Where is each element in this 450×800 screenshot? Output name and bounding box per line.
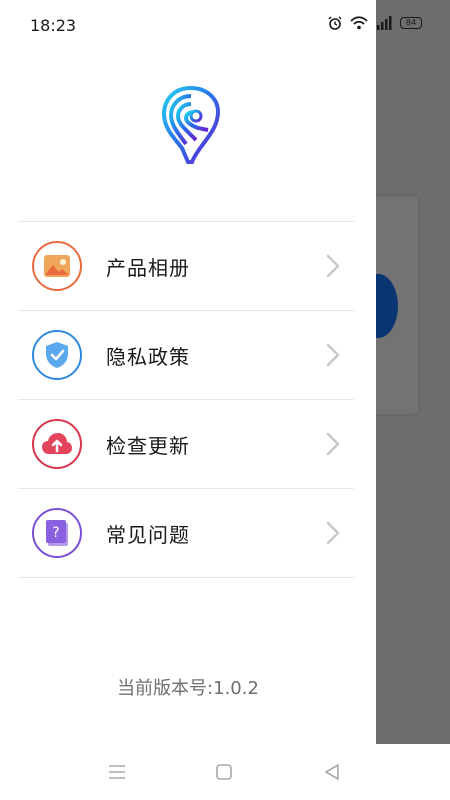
status-bar: 18:23 84 — [0, 0, 450, 54]
version-label: 当前版本号:1.0.2 — [117, 678, 259, 699]
drawer-menu: 产品相册 隐私政策 检查更新 ? 常见问题 — [18, 222, 354, 578]
status-icons: 84 — [328, 16, 422, 30]
chevron-right-icon — [326, 432, 340, 456]
alarm-icon — [328, 16, 342, 30]
system-nav-bar — [0, 744, 450, 800]
menu-item-product-album[interactable]: 产品相册 — [18, 222, 354, 311]
menu-item-faq[interactable]: ? 常见问题 — [18, 489, 354, 578]
cloud-upload-icon — [32, 419, 82, 469]
chevron-right-icon — [326, 254, 340, 278]
chevron-right-icon — [326, 521, 340, 545]
menu-item-check-update[interactable]: 检查更新 — [18, 400, 354, 489]
menu-item-privacy-policy[interactable]: 隐私政策 — [18, 311, 354, 400]
signal-icon — [377, 16, 392, 30]
shield-check-icon — [32, 330, 82, 380]
battery-icon: 84 — [400, 17, 422, 29]
wifi-icon — [350, 16, 368, 30]
status-time: 18:23 — [30, 16, 77, 35]
menu-icon[interactable] — [108, 764, 126, 780]
help-book-icon: ? — [32, 508, 82, 558]
chevron-right-icon — [326, 343, 340, 367]
navigation-drawer: 产品相册 隐私政策 检查更新 ? 常见问题 当前版本号:1.0.2 — [0, 0, 376, 744]
menu-item-label: 产品相册 — [106, 255, 190, 280]
menu-item-label: 隐私政策 — [106, 344, 190, 369]
menu-item-label: 检查更新 — [106, 433, 190, 458]
home-icon[interactable] — [216, 764, 232, 780]
svg-text:?: ? — [52, 525, 59, 541]
back-icon[interactable] — [324, 764, 340, 780]
menu-item-label: 常见问题 — [106, 522, 190, 547]
image-icon — [32, 241, 82, 291]
app-logo — [161, 85, 221, 164]
